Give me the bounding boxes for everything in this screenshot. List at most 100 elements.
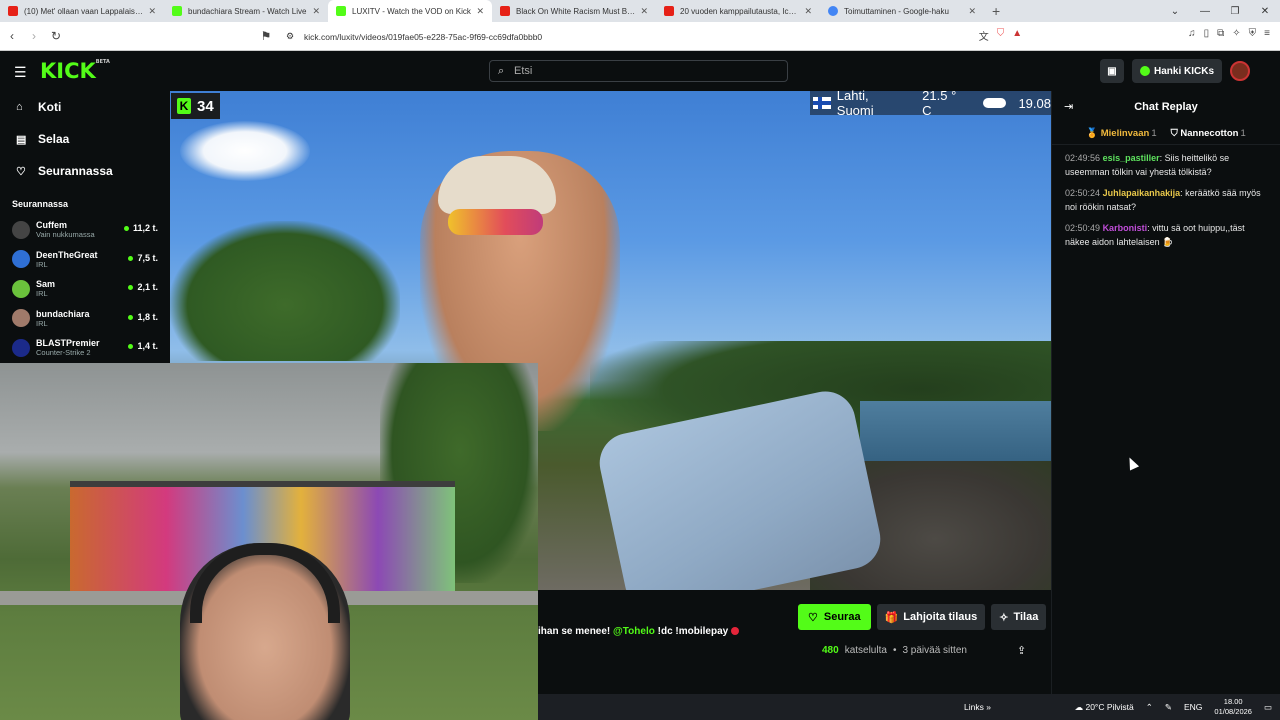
message-user[interactable]: esis_pastiller — [1103, 153, 1160, 163]
channel-name: DeenTheGreat — [36, 249, 98, 260]
vod-stats: 480 katselulta • 3 päivää sitten ⇪ ⋮ — [822, 644, 1061, 657]
browser-toolbar-icons: 文 ⛉ ▲ ♫ ▯ ⧉ ✧ ⛨ ≡ — [979, 28, 1270, 43]
separator-dot: • — [892, 645, 897, 656]
share-icon[interactable]: ⇪ — [1017, 644, 1026, 657]
user-avatar[interactable] — [1230, 61, 1250, 81]
window-controls: ⌄ — ❐ ✕ — [1160, 0, 1280, 22]
webcam-wall-roof — [70, 481, 455, 487]
channel-item-sam[interactable]: Sam IRL 2,1 t. — [0, 274, 170, 304]
close-tab-icon[interactable]: ✕ — [804, 6, 812, 17]
follow-button[interactable]: ♡ Seuraa — [798, 604, 871, 630]
channel-name: BLASTPremier — [36, 338, 100, 349]
back-arrow-icon[interactable]: ‹ — [2, 29, 22, 43]
language-indicator[interactable]: ENG — [1184, 702, 1202, 712]
leaderboard-count: 1 — [1240, 128, 1246, 139]
media-icon[interactable]: ♫ — [1188, 28, 1196, 43]
forward-arrow-icon[interactable]: › — [24, 29, 44, 43]
url-text: kick.com/luxitv/videos/019fae05-e228-75a… — [304, 31, 543, 42]
tab-label: (10) Met' ollaan vaan Lappalaisia (20 — [24, 6, 145, 16]
restore-icon[interactable]: ❐ — [1220, 6, 1250, 17]
tab-label: Black On White Racism Must Be STOP — [516, 6, 636, 16]
subscribe-button[interactable]: ✧ Tilaa — [991, 604, 1047, 630]
menu-icon[interactable]: ≡ — [1264, 28, 1270, 43]
new-tab-plus-icon[interactable]: + — [984, 3, 1008, 19]
tab-search-chevron-icon[interactable]: ⌄ — [1160, 6, 1190, 17]
channel-item-deenthegreat[interactable]: DeenTheGreat IRL 7,5 t. — [0, 245, 170, 275]
system-tray: ☁ 20°C Pilvistä ⌃ ✎ ENG 18.00 01/08/2026 … — [1075, 694, 1272, 720]
leaderboard-item[interactable]: ⛉ Nannecotton 1 — [1171, 128, 1246, 139]
video-cloud — [180, 121, 310, 181]
leaderboard-name: Nannecotton — [1180, 128, 1239, 139]
pen-icon[interactable]: ✎ — [1165, 702, 1172, 713]
leaderboard-count: 1 — [1151, 128, 1157, 139]
url-field[interactable]: ⚙ kick.com/luxitv/videos/019fae05-e228-7… — [280, 28, 1000, 45]
channel-item-blastpremier[interactable]: BLASTPremier Counter-Strike 2 1,4 t. — [0, 333, 170, 363]
channel-viewers: 7,5 t. — [128, 253, 158, 263]
browser-tab[interactable]: Toimuttaminen - Google-haku ✕ — [820, 0, 984, 22]
browser-tab-active[interactable]: LUXITV - Watch the VOD on Kick ✕ — [328, 0, 492, 22]
links-toolbar[interactable]: Links » — [964, 702, 991, 712]
finland-flag-icon — [813, 97, 831, 109]
chat-message: 02:50:24 Juhlapaikanhakija: keräätkö sää… — [1065, 188, 1261, 212]
webcam-overlay — [0, 363, 538, 720]
leaderboard-item[interactable]: 🏅 Mielinvaan 1 — [1086, 128, 1156, 139]
channel-category: IRL — [36, 289, 48, 299]
sidebar-item-browse[interactable]: ▤ Selaa — [0, 123, 170, 155]
kick-overlay-badge: K 34 — [171, 93, 220, 119]
leo-ai-icon[interactable]: ✧ — [1232, 28, 1240, 43]
browser-tab[interactable]: Black On White Racism Must Be STOP ✕ — [492, 0, 656, 22]
channel-item-bundachiara[interactable]: bundachiara IRL 1,8 t. — [0, 304, 170, 334]
hamburger-menu-icon[interactable]: ☰ — [14, 64, 27, 81]
kicks-coin-icon — [1139, 66, 1150, 76]
close-tab-icon[interactable]: ✕ — [312, 6, 320, 17]
weather-widget[interactable]: ☁ 20°C Pilvistä — [1075, 702, 1134, 713]
vpn-shield-icon[interactable]: ⛨ — [1249, 28, 1257, 43]
close-tab-icon[interactable]: ✕ — [968, 6, 976, 17]
taskbar-clock[interactable]: 18.00 01/08/2026 — [1214, 697, 1252, 717]
collapse-chat-icon[interactable]: ⇥ — [1064, 100, 1073, 113]
sidebar-item-home[interactable]: ⌂ Koti — [0, 91, 170, 123]
minimize-icon[interactable]: — — [1190, 6, 1220, 17]
red-dot-icon — [731, 627, 740, 636]
posted-ago: 3 päivää sitten — [902, 645, 967, 656]
notifications-icon[interactable]: ▭ — [1264, 702, 1272, 713]
brave-shield-icon[interactable]: ⛉ — [997, 28, 1005, 43]
heart-icon: ♡ — [808, 611, 818, 624]
warning-triangle-icon[interactable]: ▲ — [1012, 28, 1022, 43]
close-window-icon[interactable]: ✕ — [1250, 6, 1280, 17]
channel-category: IRL — [36, 259, 48, 269]
site-info-icon[interactable]: ⚙ — [286, 31, 294, 42]
message-user[interactable]: Karbonisti — [1103, 223, 1148, 233]
browser-tab[interactable]: bundachiara Stream - Watch Live ✕ — [164, 0, 328, 22]
close-tab-icon[interactable]: ✕ — [148, 6, 156, 17]
tray-chevron-icon[interactable]: ⌃ — [1146, 702, 1153, 713]
bookmark-icon[interactable]: ⚑ — [256, 29, 276, 43]
channel-name: Sam — [36, 279, 56, 290]
browser-tab[interactable]: 20 vuoden kamppailutausta, Ice Cage✕ — [656, 0, 820, 22]
get-kicks-button[interactable]: Hanki KICKs — [1131, 59, 1222, 83]
browser-tab[interactable]: (10) Met' ollaan vaan Lappalaisia (20 ✕ — [0, 0, 164, 22]
gift-sub-button[interactable]: 🎁 Lahjoita tilaus — [876, 604, 986, 630]
sidebar-icon[interactable]: ▯ — [1204, 28, 1210, 43]
channel-viewers: 2,1 t. — [128, 282, 158, 292]
channel-avatar — [12, 309, 30, 328]
close-tab-icon[interactable]: ✕ — [476, 6, 484, 17]
tab-label: Toimuttaminen - Google-haku — [844, 6, 949, 16]
tab-label: 20 vuoden kamppailutausta, Ice Cage — [680, 6, 801, 16]
reload-icon[interactable]: ↻ — [46, 29, 66, 43]
kick-logo[interactable]: KICKBETA — [40, 59, 110, 83]
channel-item-cuffem[interactable]: Cuffem Vain nukkumassa 11,2 t. — [0, 215, 170, 245]
overlay-location: Lahti, Suomi — [836, 88, 874, 118]
extensions-icon[interactable]: ⧉ — [1217, 28, 1224, 43]
theater-mode-button[interactable]: ▣ — [1099, 59, 1124, 83]
search-input[interactable]: ⌕ Etsi — [489, 60, 788, 82]
overlay-time: 19.08 — [1018, 95, 1051, 111]
marquee-mention: @Tohelo — [613, 626, 655, 637]
message-user[interactable]: Juhlapaikanhakija — [1103, 188, 1181, 198]
overlay-temperature: 21.5 ° C — [922, 88, 957, 118]
sidebar-item-following[interactable]: ♡ Seurannassa — [0, 155, 170, 187]
message-time: 02:50:24 — [1065, 188, 1101, 198]
close-tab-icon[interactable]: ✕ — [640, 6, 648, 17]
home-icon: ⌂ — [16, 101, 23, 113]
translate-icon[interactable]: 文 — [979, 28, 989, 43]
